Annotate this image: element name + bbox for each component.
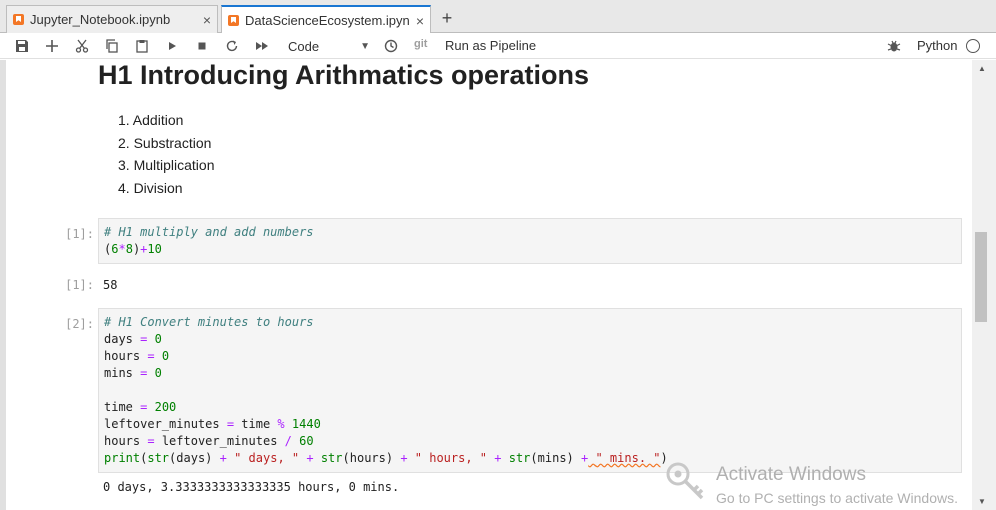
notebook-icon bbox=[228, 15, 239, 26]
scissors-icon bbox=[75, 39, 89, 53]
new-tab-button[interactable]: + bbox=[434, 6, 460, 30]
tab-label: DataScienceEcosystem.ipyn bbox=[245, 13, 410, 28]
notebook-panel: H1 Introducing Arithmatics operations 1.… bbox=[0, 60, 972, 510]
stop-icon bbox=[198, 42, 206, 50]
markdown-heading: H1 Introducing Arithmatics operations bbox=[98, 60, 590, 90]
notebook-toolbar: Code ▼ git Run as Pipeline Python bbox=[0, 33, 996, 59]
close-icon[interactable]: × bbox=[197, 12, 211, 28]
activate-windows-watermark: Activate Windows Go to PC settings to ac… bbox=[664, 460, 994, 510]
play-icon bbox=[169, 42, 176, 50]
list-item: 1. Addition bbox=[118, 112, 184, 128]
cut-button[interactable] bbox=[72, 36, 92, 56]
clock-icon bbox=[384, 39, 398, 53]
notebook-icon bbox=[13, 14, 24, 25]
bug-icon bbox=[887, 40, 901, 52]
tab-data-science-ecosystem[interactable]: DataScienceEcosystem.ipyn × bbox=[221, 5, 431, 34]
list-item: 2. Substraction bbox=[118, 134, 212, 151]
plus-icon bbox=[46, 40, 58, 52]
cell-type-select[interactable]: Code ▼ bbox=[282, 36, 370, 56]
output-prompt: [1]: bbox=[65, 278, 94, 292]
list-item: 4. Division bbox=[118, 179, 183, 196]
copy-button[interactable] bbox=[102, 36, 122, 56]
input-prompt: [2]: bbox=[65, 317, 94, 331]
watermark-subtitle: Go to PC settings to activate Windows. bbox=[716, 490, 958, 506]
kernel-status-icon bbox=[966, 39, 980, 53]
kernel-name[interactable]: Python bbox=[917, 38, 957, 53]
list-item: 3. Multiplication bbox=[118, 157, 215, 173]
restart-kernel-button[interactable] bbox=[222, 36, 242, 56]
clipboard-icon bbox=[136, 40, 148, 53]
code-cell-editor[interactable]: # H1 multiply and add numbers (6*8)+10 bbox=[98, 218, 962, 264]
tab-label: Jupyter_Notebook.ipynb bbox=[30, 12, 171, 27]
restart-run-all-button[interactable] bbox=[252, 36, 272, 56]
scroll-up-icon[interactable]: ▲ bbox=[978, 64, 986, 73]
code-cell-editor[interactable]: # H1 Convert minutes to hours days = 0 h… bbox=[98, 308, 962, 473]
markdown-list: 1. Addition 2. Substraction 3. Multiplic… bbox=[118, 112, 215, 202]
watermark-title: Activate Windows bbox=[716, 464, 866, 485]
run-cell-button[interactable] bbox=[162, 36, 182, 56]
input-prompt: [1]: bbox=[65, 227, 94, 241]
cell-output: 58 bbox=[103, 278, 118, 292]
tab-bar: Jupyter_Notebook.ipynb × DataScienceEcos… bbox=[0, 0, 996, 34]
debugger-button[interactable] bbox=[884, 36, 904, 56]
scrollbar-thumb[interactable] bbox=[975, 232, 987, 322]
save-icon bbox=[16, 40, 28, 52]
restart-icon bbox=[226, 40, 238, 52]
add-cell-button[interactable] bbox=[42, 36, 62, 56]
close-icon[interactable]: × bbox=[410, 13, 424, 29]
chevron-down-icon: ▼ bbox=[360, 40, 370, 52]
interrupt-kernel-button[interactable] bbox=[192, 36, 212, 56]
vertical-scrollbar[interactable]: ▲ ▼ bbox=[972, 60, 996, 510]
key-icon bbox=[666, 462, 704, 500]
git-label[interactable]: git bbox=[414, 38, 427, 50]
paste-button[interactable] bbox=[132, 36, 152, 56]
run-as-pipeline-button[interactable]: Run as Pipeline bbox=[445, 38, 536, 53]
cell-type-value: Code bbox=[288, 38, 320, 54]
save-button[interactable] bbox=[12, 36, 32, 56]
cell-output: 0 days, 3.3333333333333335 hours, 0 mins… bbox=[103, 480, 400, 494]
tab-jupyter-notebook[interactable]: Jupyter_Notebook.ipynb × bbox=[6, 5, 218, 33]
fast-forward-icon bbox=[256, 42, 268, 50]
clock-button[interactable] bbox=[381, 36, 401, 56]
copy-icon bbox=[106, 39, 118, 53]
